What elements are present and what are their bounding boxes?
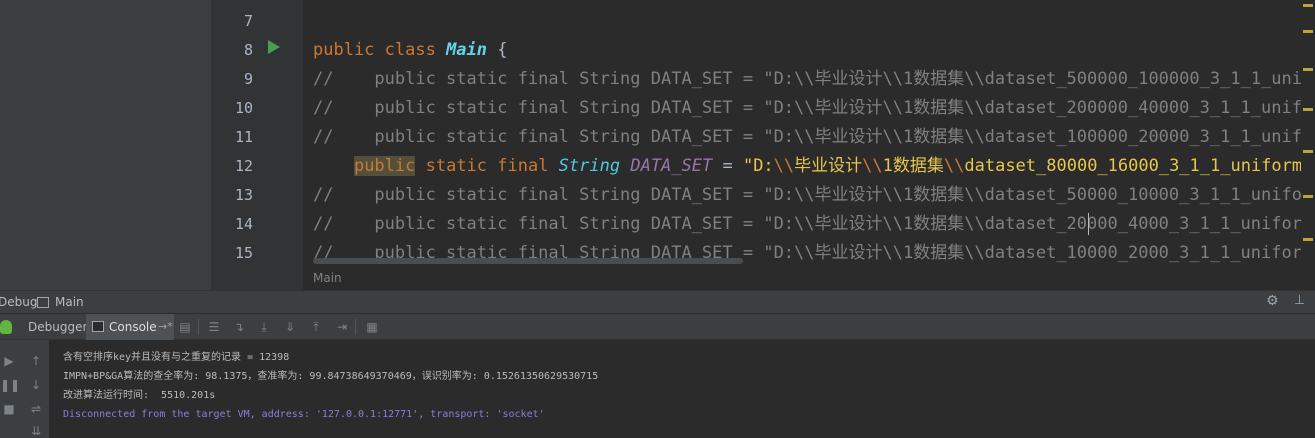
line-number: 9 [243,70,253,88]
code-line[interactable]: 11 // public static final String DATA_SET… [211,123,1315,152]
code-token: // public static final String DATA_SET =… [313,214,1315,234]
code-token: public class [313,40,447,60]
tab-debugger[interactable]: Debugger [22,314,93,340]
step-into-icon[interactable]: ⤓ [257,320,271,334]
line-number: 13 [234,186,253,204]
step-out-icon[interactable]: ⤒ [309,320,323,334]
code-token: String [558,156,621,176]
debug-toolbar: Debugger Console →* ▤ ☰ ↴ ⤓ ⇓ ⤒ ⇥ ▦ [0,314,1315,340]
console-output[interactable]: 含有空排序key并且没有与之重复的记录 = 12398 IMPN+BP&GA算法的… [63,348,1303,424]
code-text[interactable]: public static final String DATA_SET = "D… [313,152,1312,181]
bug-icon [0,320,12,334]
horizontal-scrollbar[interactable] [313,258,743,264]
line-number: 12 [234,157,253,175]
warning-marker[interactable] [1303,108,1313,111]
code-token: DATA_SET [630,156,713,176]
debug-tool-window-header: Debug Main ⚙ ⊥ [0,290,1315,314]
line-number: 14 [234,215,253,233]
code-editor[interactable]: 7 8 public class Main {9// public static f… [211,0,1315,290]
warning-marker[interactable] [1303,195,1313,198]
tab-console-label: Console [109,320,157,334]
code-token: "D: [742,156,774,176]
show-execution-point-icon[interactable]: ☰ [207,320,221,334]
restore-layout-icon[interactable]: →* [158,314,173,340]
code-token: \\ [943,156,965,176]
code-token: \\ [862,156,883,176]
project-panel [0,0,211,290]
run-to-cursor-icon[interactable]: ⇥ [335,320,349,334]
code-line[interactable]: 12 public static final String DATA_SET =… [211,152,1315,181]
code-token: dataset_80000_16000_3_1_1_uniform_ [964,156,1313,176]
warning-marker[interactable] [1303,150,1313,153]
code-token: = [712,156,743,176]
step-over-icon[interactable]: ↴ [232,320,246,334]
warning-marker[interactable] [1303,238,1313,241]
warning-marker[interactable] [1303,68,1313,71]
code-token: Main [446,40,488,60]
console-line: Disconnected from the target VM, address… [63,409,545,420]
scroll-down-icon[interactable]: ↓ [27,378,45,392]
resume-icon[interactable]: ▶ [0,354,18,368]
debug-title: Debug [0,295,38,309]
console-panel: ▶ ❚❚ ■ ↑ ↓ ⇌ ⇊ 含有空排序key并且没有与之重复的记录 = 123… [0,340,1315,438]
tab-console[interactable]: Console →* [86,314,174,340]
warning-marker[interactable] [1303,4,1313,7]
console-line: 含有空排序key并且没有与之重复的记录 = 12398 [63,352,290,363]
code-token: static final [415,156,559,176]
code-token: // public static final String DATA_SET =… [313,98,1315,118]
code-line[interactable]: 14 // public static final String DATA_SET… [211,210,1315,239]
line-number: 11 [234,128,253,146]
toolbar-separator [355,319,356,335]
pause-icon[interactable]: ❚❚ [0,378,20,392]
debug-config-tab[interactable]: Main [55,295,84,309]
run-config-icon [37,297,49,308]
code-token: 1数据集 [882,156,944,176]
line-number: 8 [243,41,253,59]
breadcrumb[interactable]: Main [313,268,342,288]
force-step-into-icon[interactable]: ⇓ [283,320,297,334]
line-number: 15 [234,244,253,262]
code-token: \\ [773,156,795,176]
code-line[interactable]: 8 public class Main { [211,36,1315,65]
code-text[interactable]: // public static final String DATA_SET =… [313,94,1315,123]
code-line[interactable]: 9 // public static final String DATA_SET … [211,65,1315,94]
code-token: { [487,40,508,60]
code-token: 毕业设计 [794,156,863,176]
line-number: 7 [243,12,253,30]
code-text[interactable]: // public static final String DATA_SET =… [313,123,1315,152]
code-text[interactable]: public class Main { [313,36,508,65]
code-text[interactable]: // public static final String DATA_SET =… [313,210,1315,239]
layout-icon[interactable]: ▤ [178,320,192,334]
line-number: 10 [234,99,253,117]
console-scrollbar[interactable] [1301,340,1315,438]
hide-panel-icon[interactable]: ⊥ [1294,293,1305,308]
stop-icon[interactable]: ■ [0,402,18,416]
code-text[interactable]: // public static final String DATA_SET =… [313,65,1315,94]
scroll-up-icon[interactable]: ↑ [27,354,45,368]
code-token: // public static final String DATA_SET =… [313,69,1315,89]
scroll-to-end-icon[interactable]: ⇊ [27,424,45,438]
code-line[interactable]: 13 // public static final String DATA_SET… [211,181,1315,210]
warning-marker[interactable] [1303,30,1313,33]
gear-icon[interactable]: ⚙ [1266,293,1279,309]
toolbar-separator [198,319,199,335]
editor-vertical-scrollbar[interactable] [1301,0,1315,290]
console-line: 改进算法运行时间: 5510.201s [63,390,216,401]
code-line[interactable]: 7 [211,7,1315,36]
console-side-toolbar: ▶ ❚❚ ■ ↑ ↓ ⇌ ⇊ [0,340,49,438]
code-token: public [353,156,416,176]
code-token: // public static final String DATA_SET =… [313,127,1315,147]
code-text[interactable]: // public static final String DATA_SET =… [313,181,1315,210]
code-line[interactable]: 10 // public static final String DATA_SET… [211,94,1315,123]
text-cursor [1088,213,1089,235]
soft-wrap-icon[interactable]: ⇌ [27,402,45,416]
code-token: // public static final String DATA_SET =… [313,185,1315,205]
console-line: IMPN+BP&GA算法的查全率为: 98.1375，查准率为: 99.8473… [63,371,599,382]
console-icon [92,321,104,332]
evaluate-expression-icon[interactable]: ▦ [365,320,379,334]
